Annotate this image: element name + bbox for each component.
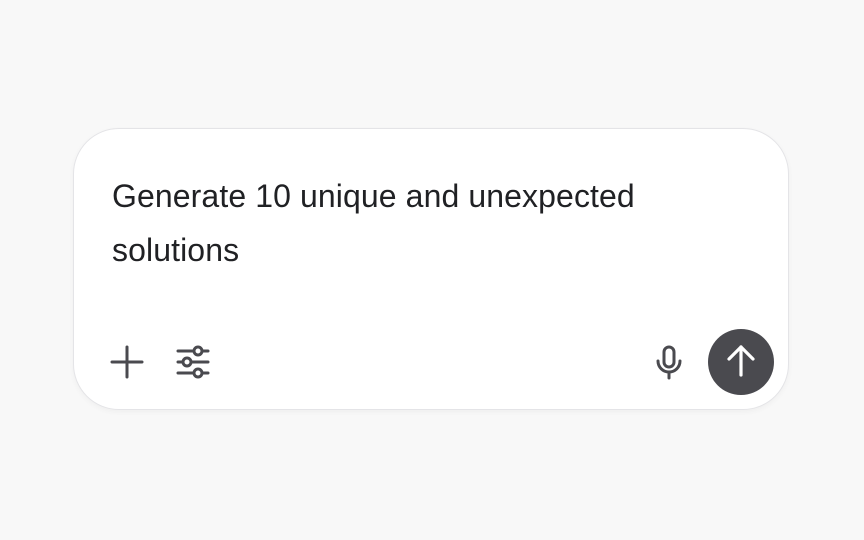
arrow-up-icon [723,343,759,382]
plus-icon [109,344,145,380]
prompt-input[interactable]: Generate 10 unique and unexpected soluti… [112,169,712,277]
add-button[interactable] [105,340,149,384]
send-button[interactable] [708,329,774,395]
microphone-button[interactable] [647,340,691,384]
tools-button[interactable] [171,340,215,384]
chat-composer[interactable]: Generate 10 unique and unexpected soluti… [73,128,789,410]
microphone-icon [651,344,687,380]
sliders-icon [175,344,211,380]
